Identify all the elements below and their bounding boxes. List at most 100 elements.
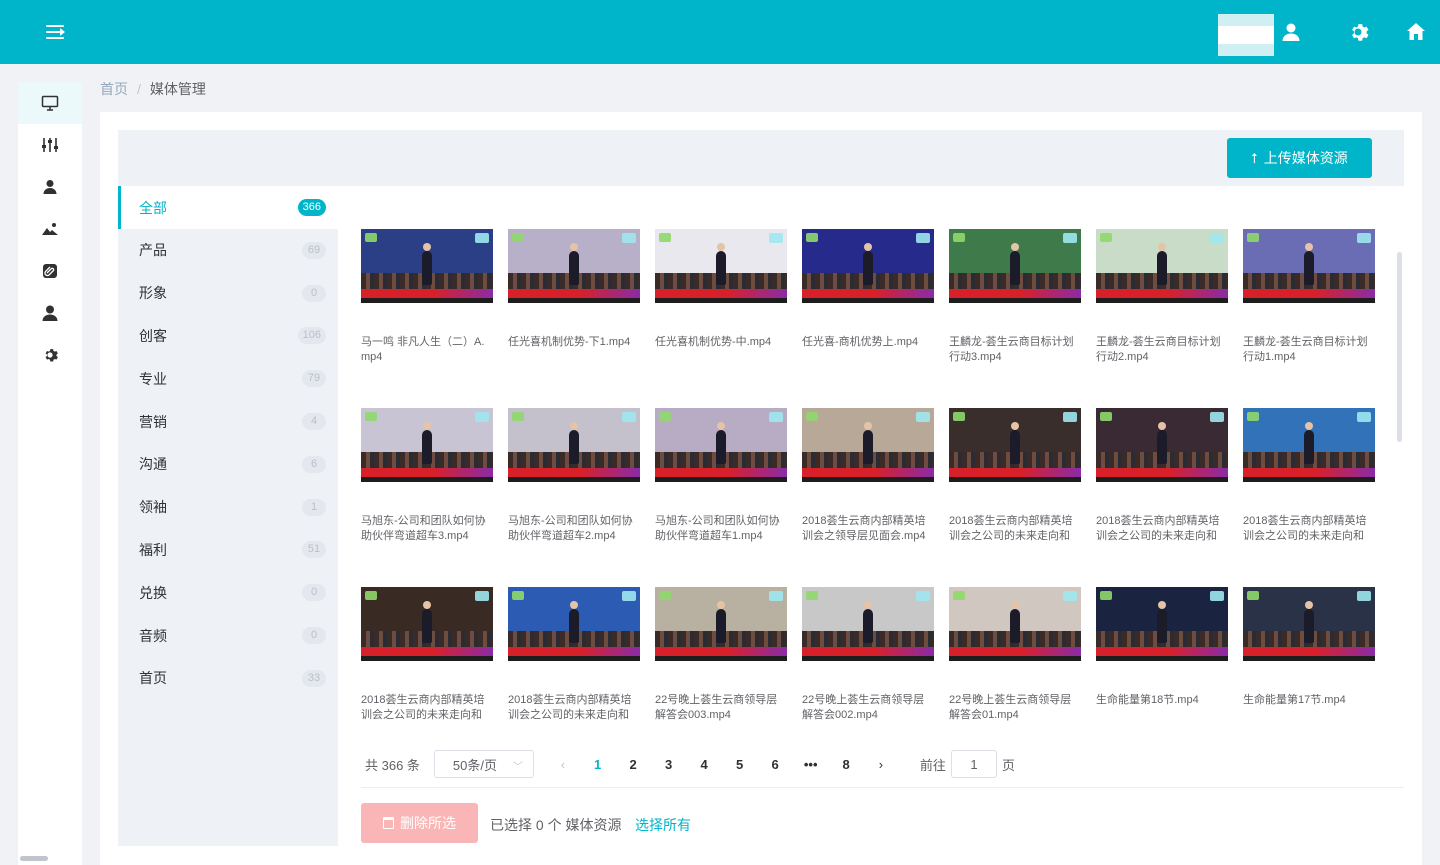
page-number[interactable]: 5 <box>722 750 758 778</box>
media-tile[interactable]: 生命能量第17节.mp4 <box>1243 587 1375 708</box>
category-item[interactable]: 沟通 6 <box>118 443 338 486</box>
thumbnail-person <box>1157 601 1167 643</box>
sidebar-item-user[interactable] <box>18 166 82 208</box>
menu-toggle-icon[interactable] <box>46 22 68 42</box>
media-thumbnail <box>655 587 787 661</box>
breadcrumb-home[interactable]: 首页 <box>100 79 128 99</box>
home-icon[interactable] <box>1404 20 1428 44</box>
pagination: 共 366 条 50条/页 ﹀ ‹ 123456•••8 › 前往 页 <box>365 750 1015 778</box>
chevron-down-icon: ﹀ <box>512 762 523 773</box>
delete-selected-button[interactable]: 删除所选 <box>361 803 478 843</box>
category-label: 福利 <box>139 541 167 558</box>
media-tile[interactable]: 2018荟生云商内部精英培训会之公司的未来走向和 <box>1243 408 1375 544</box>
sidebar-item-media[interactable] <box>18 208 82 250</box>
category-item[interactable]: 领袖 1 <box>118 486 338 529</box>
page-number[interactable]: ••• <box>793 750 829 778</box>
sidebar-scrollbar[interactable] <box>20 856 48 861</box>
category-item[interactable]: 产品 69 <box>118 229 338 272</box>
sliders-icon <box>42 138 58 152</box>
breadcrumb-current: 媒体管理 <box>149 81 206 97</box>
page-number[interactable]: 1 <box>580 750 616 778</box>
sidebar-item-account[interactable] <box>18 292 82 334</box>
media-tile[interactable]: 2018荟生云商内部精英培训会之领导层见面会.mp4 <box>802 408 934 544</box>
select-all-link[interactable]: 选择所有 <box>635 815 691 835</box>
thumbnail-logo2 <box>512 591 524 600</box>
selected-count: 已选择 0 个 媒体资源 <box>490 817 622 833</box>
media-tile[interactable]: 王麟龙-荟生云商目标计划行动2.mp4 <box>1096 229 1228 365</box>
category-label: 全部 <box>139 199 167 216</box>
sidebar-item-dashboard[interactable] <box>18 82 82 124</box>
thumbnail-bottom <box>361 289 493 303</box>
thumbnail-logo2 <box>953 233 965 242</box>
category-item[interactable]: 音频 0 <box>118 614 338 657</box>
media-tile[interactable]: 马旭东-公司和团队如何协助伙伴弯道超车2.mp4 <box>508 408 640 544</box>
thumbnail-bottom <box>949 289 1081 303</box>
category-item[interactable]: 兑换 0 <box>118 571 338 614</box>
thumbnail-logo2 <box>365 591 377 600</box>
media-title: 2018荟生云商内部精英培训会之公司的未来走向和 <box>1096 515 1220 542</box>
thumbnail-person <box>1010 601 1020 643</box>
media-thumbnail <box>1243 229 1375 303</box>
page-size-select[interactable]: 50条/页 ﹀ <box>433 750 534 778</box>
page-number[interactable]: 3 <box>651 750 687 778</box>
thumbnail-person <box>1010 422 1020 464</box>
page-number[interactable]: 4 <box>686 750 722 778</box>
media-tile[interactable]: 2018荟生云商内部精英培训会之公司的未来走向和 <box>1096 408 1228 544</box>
page-number[interactable]: 8 <box>828 750 864 778</box>
sidebar-item-attachment[interactable] <box>18 250 82 292</box>
category-item[interactable]: 专业 79 <box>118 357 338 400</box>
category-item[interactable]: 全部 366 <box>118 186 338 229</box>
page-size-value: 50条/页 <box>452 757 497 773</box>
media-title: 22号晚上荟生云商领导层解答会003.mp4 <box>655 694 778 721</box>
media-title: 2018荟生云商内部精英培训会之领导层见面会.mp4 <box>802 515 926 542</box>
thumbnail-logo <box>1357 412 1371 422</box>
category-item[interactable]: 营销 4 <box>118 400 338 443</box>
media-tile[interactable]: 王麟龙-荟生云商目标计划行动1.mp4 <box>1243 229 1375 365</box>
thumbnail-logo <box>769 591 783 601</box>
media-tile[interactable]: 2018荟生云商内部精英培训会之公司的未来走向和 <box>508 587 640 723</box>
top-bar <box>0 0 1440 64</box>
gear-icon[interactable] <box>1346 20 1370 44</box>
media-tile[interactable]: 22号晚上荟生云商领导层解答会002.mp4 <box>802 587 934 723</box>
sidebar <box>18 82 82 865</box>
category-count-badge: 0 <box>302 584 326 602</box>
media-tile[interactable]: 2018荟生云商内部精英培训会之公司的未来走向和 <box>361 587 493 723</box>
chevron-right-icon: › <box>878 756 884 772</box>
media-tile[interactable]: 2018荟生云商内部精英培训会之公司的未来走向和 <box>949 408 1081 544</box>
page-jump-input[interactable] <box>950 750 997 778</box>
page-jump-suffix: 页 <box>1001 757 1015 773</box>
category-label: 兑换 <box>139 584 167 601</box>
page-number[interactable]: 2 <box>615 750 651 778</box>
sidebar-item-settings-sliders[interactable] <box>18 124 82 166</box>
media-tile[interactable]: 马一鸣 非凡人生（二）A.mp4 <box>361 229 493 365</box>
category-item[interactable]: 形象 0 <box>118 272 338 315</box>
prev-page-button[interactable]: ‹ <box>550 750 576 778</box>
thumbnail-bottom <box>655 289 787 303</box>
media-thumbnail <box>949 408 1081 482</box>
category-item[interactable]: 福利 51 <box>118 528 338 571</box>
media-tile[interactable]: 22号晚上荟生云商领导层解答会01.mp4 <box>949 587 1081 723</box>
sidebar-item-system[interactable] <box>18 334 82 376</box>
media-title: 马一鸣 非凡人生（二）A.mp4 <box>361 336 485 363</box>
media-tile[interactable]: 任光喜机制优势-中.mp4 <box>655 229 787 350</box>
category-item[interactable]: 创客 106 <box>118 314 338 357</box>
page-number[interactable]: 6 <box>757 750 793 778</box>
media-tile[interactable]: 马旭东-公司和团队如何协助伙伴弯道超车1.mp4 <box>655 408 787 544</box>
media-tile[interactable]: 任光喜-商机优势上.mp4 <box>802 229 934 350</box>
next-page-button[interactable]: › <box>868 750 894 778</box>
thumbnail-bottom <box>1096 647 1228 661</box>
media-title: 22号晚上荟生云商领导层解答会01.mp4 <box>949 694 1072 721</box>
category-item[interactable]: 首页 33 <box>118 657 338 700</box>
media-tile[interactable]: 22号晚上荟生云商领导层解答会003.mp4 <box>655 587 787 723</box>
media-thumbnail <box>1096 587 1228 661</box>
media-grid-scrollbar[interactable] <box>1397 252 1402 442</box>
thumbnail-logo2 <box>806 233 818 242</box>
media-tile[interactable]: 王麟龙-荟生云商目标计划行动3.mp4 <box>949 229 1081 365</box>
media-tile[interactable]: 任光喜机制优势-下1.mp4 <box>508 229 640 350</box>
thumbnail-person <box>1157 243 1167 285</box>
media-tile[interactable]: 生命能量第18节.mp4 <box>1096 587 1228 708</box>
media-tile[interactable]: 马旭东-公司和团队如何协助伙伴弯道超车3.mp4 <box>361 408 493 544</box>
upload-media-button[interactable]: ⭡ 上传媒体资源 <box>1227 138 1372 178</box>
user-icon[interactable] <box>1279 20 1303 44</box>
media-grid: 马一鸣 非凡人生（二）A.mp4 任光喜机制优势-下1.mp4 任光喜机制优势-中.… <box>361 229 1391 729</box>
